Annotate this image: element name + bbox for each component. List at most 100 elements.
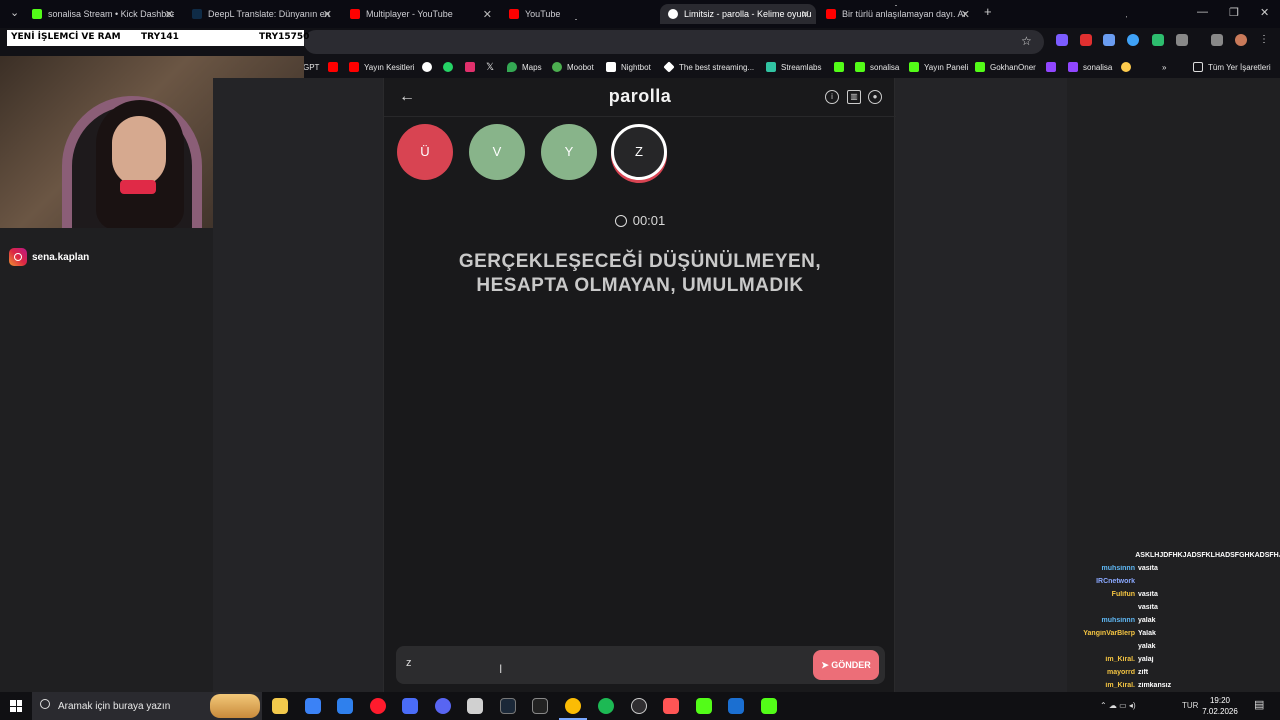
mail-icon[interactable] — [337, 698, 353, 714]
windows-taskbar: Aramak için buraya yazın ⌃ ☁ ▭ ◂) TUR 19… — [0, 692, 1280, 720]
tab-kick-dashboard[interactable]: sonalisa Stream • Kick Dashboard ✕ — [32, 4, 174, 24]
stats-icon[interactable]: ▥ — [847, 90, 861, 104]
language-indicator[interactable]: TUR — [1182, 701, 1198, 710]
file-explorer-icon[interactable] — [272, 698, 288, 714]
bookmark-kick[interactable] — [834, 61, 849, 73]
steam-icon[interactable] — [500, 698, 516, 714]
chat-message: ASKLHJDFHKJADSFKLHADSFGHKADSFHJK — [1080, 552, 1280, 565]
bookmark-whatsapp[interactable] — [443, 61, 458, 73]
letter-circle-current: Z — [611, 124, 667, 180]
bookmark-twitch[interactable] — [1046, 61, 1061, 73]
window-close-icon[interactable]: ✕ — [1260, 6, 1269, 19]
url-input[interactable] — [304, 30, 1044, 54]
tray-icons[interactable]: ⌃ ☁ ▭ ◂) — [1100, 701, 1136, 710]
chat-message: mayorrd zift — [1080, 669, 1280, 682]
all-bookmarks[interactable]: Tüm Yer İşaretleri — [1193, 61, 1271, 73]
store-icon[interactable] — [305, 698, 321, 714]
bookmark-x[interactable]: 𝕏 — [486, 61, 494, 73]
extension-icon[interactable] — [1103, 34, 1115, 46]
app-icon[interactable] — [402, 698, 418, 714]
bookmark-twitch-sonalisa[interactable]: sonalisa — [1068, 61, 1112, 73]
close-icon[interactable]: ✕ — [323, 8, 332, 21]
chat-message: muhsinnn vasita — [1080, 565, 1280, 578]
app-icon[interactable] — [663, 698, 679, 714]
bookmark-nightbot[interactable]: Nightbot — [606, 61, 651, 73]
obs-icon[interactable] — [631, 698, 647, 714]
chat-message: vasita — [1080, 604, 1280, 617]
bookmark-google[interactable] — [422, 61, 437, 73]
clock-icon — [614, 215, 627, 227]
extensions-puzzle-icon[interactable] — [1176, 34, 1188, 46]
instagram-icon — [465, 62, 475, 72]
menu-kebab-icon[interactable]: ⋮ — [1259, 34, 1271, 46]
bookmark-gpt[interactable]: GPT — [303, 61, 319, 73]
tab-parolla[interactable]: Limitsiz - parolla - Kelime oyunu ✕ — [660, 4, 816, 24]
tab-youtube-video[interactable]: Bir türlü anlaşılamayan dayı. Ar ✕ — [826, 4, 970, 24]
chat-message: Fulifun vasita — [1080, 591, 1280, 604]
discord-icon[interactable] — [435, 698, 451, 714]
goal-title: YENİ İŞLEMCİ VE RAM — [11, 32, 121, 42]
extension-icon[interactable] — [1152, 34, 1164, 46]
extension-icon[interactable] — [1056, 34, 1068, 46]
system-clock[interactable]: 19:20 7.02.2026 — [1200, 695, 1240, 717]
bookmark-star-icon[interactable]: ☆ — [1021, 34, 1032, 48]
page-margin-left — [213, 78, 383, 692]
close-icon[interactable]: ✕ — [483, 8, 492, 21]
bookmark-gokhanoner[interactable]: GokhanOner — [975, 61, 1036, 73]
extension-icon[interactable] — [1127, 34, 1139, 46]
twitch-icon — [1068, 62, 1078, 72]
profile-avatar[interactable] — [1235, 34, 1247, 46]
epic-games-icon[interactable] — [532, 698, 548, 714]
answer-input[interactable]: z I ➤ GÖNDER — [396, 646, 885, 684]
profile-icon[interactable]: ● — [868, 90, 882, 104]
info-icon[interactable]: i — [825, 90, 839, 104]
tab-youtube[interactable]: YouTube — [509, 4, 649, 24]
chat-text: yalak — [1138, 617, 1156, 624]
tab-search-icon[interactable]: ⌄ — [10, 6, 19, 19]
media-icon[interactable] — [1211, 34, 1223, 46]
bookmark-streamlabs[interactable]: Streamlabs — [766, 61, 821, 73]
close-icon[interactable]: ✕ — [801, 8, 810, 21]
microphone — [120, 180, 156, 194]
chat-text: vasita — [1138, 604, 1158, 611]
bookmark-maps[interactable]: Maps — [507, 61, 542, 73]
youtube-icon — [349, 62, 359, 72]
app-icon[interactable] — [467, 698, 483, 714]
notifications-icon[interactable]: ▤ — [1254, 698, 1264, 711]
bookmark-yayin-paneli[interactable]: Yayın Paneli — [909, 61, 968, 73]
bookmark-youtube[interactable] — [328, 61, 343, 73]
bookmark-instagram[interactable] — [465, 61, 480, 73]
bookmark-moobot[interactable]: Moobot — [552, 61, 594, 73]
goal-current: TRY141 — [141, 32, 179, 42]
diamond-icon — [663, 61, 675, 73]
maximize-icon[interactable]: ❐ — [1229, 6, 1239, 19]
bookmark-yayin-kesitleri[interactable]: Yayın Kesitleri — [349, 61, 415, 73]
bookmark-streaming[interactable]: The best streaming... — [663, 61, 754, 73]
bookmark-emoji[interactable] — [1121, 61, 1136, 73]
taskbar-search[interactable]: Aramak için buraya yazın — [32, 692, 262, 720]
steam-icon[interactable] — [728, 698, 744, 714]
bookmark-kick-sonalisa[interactable]: sonalisa — [855, 61, 899, 73]
extension-icon[interactable] — [1080, 34, 1092, 46]
windows-start-icon[interactable] — [10, 700, 22, 712]
chat-text: yalaj — [1138, 656, 1154, 663]
kick-icon[interactable] — [696, 698, 712, 714]
tab-multiplayer-youtube[interactable]: Multiplayer - YouTube ✕ — [350, 4, 492, 24]
send-button[interactable]: ➤ GÖNDER — [813, 650, 879, 680]
minimize-icon[interactable]: — — [1197, 6, 1208, 18]
search-icon — [40, 699, 50, 709]
kick-icon[interactable] — [761, 698, 777, 714]
tab-deepl[interactable]: DeepL Translate: Dünyanın en iyi ✕ — [192, 4, 332, 24]
close-icon[interactable]: ✕ — [961, 8, 970, 21]
bookmark-label: Nightbot — [621, 62, 651, 72]
opera-icon[interactable] — [370, 698, 386, 714]
bookmarks-overflow[interactable]: » — [1162, 61, 1166, 73]
chrome-icon[interactable] — [559, 698, 587, 720]
chat-text: vasita — [1138, 591, 1158, 598]
spotify-icon[interactable] — [598, 698, 614, 714]
chat-user: mayorrd — [1106, 669, 1135, 676]
chat-user: YanginVarBlerp — [1083, 630, 1135, 637]
kick-icon — [909, 62, 919, 72]
close-icon[interactable]: ✕ — [165, 8, 174, 21]
new-tab-button[interactable]: + — [984, 4, 992, 19]
